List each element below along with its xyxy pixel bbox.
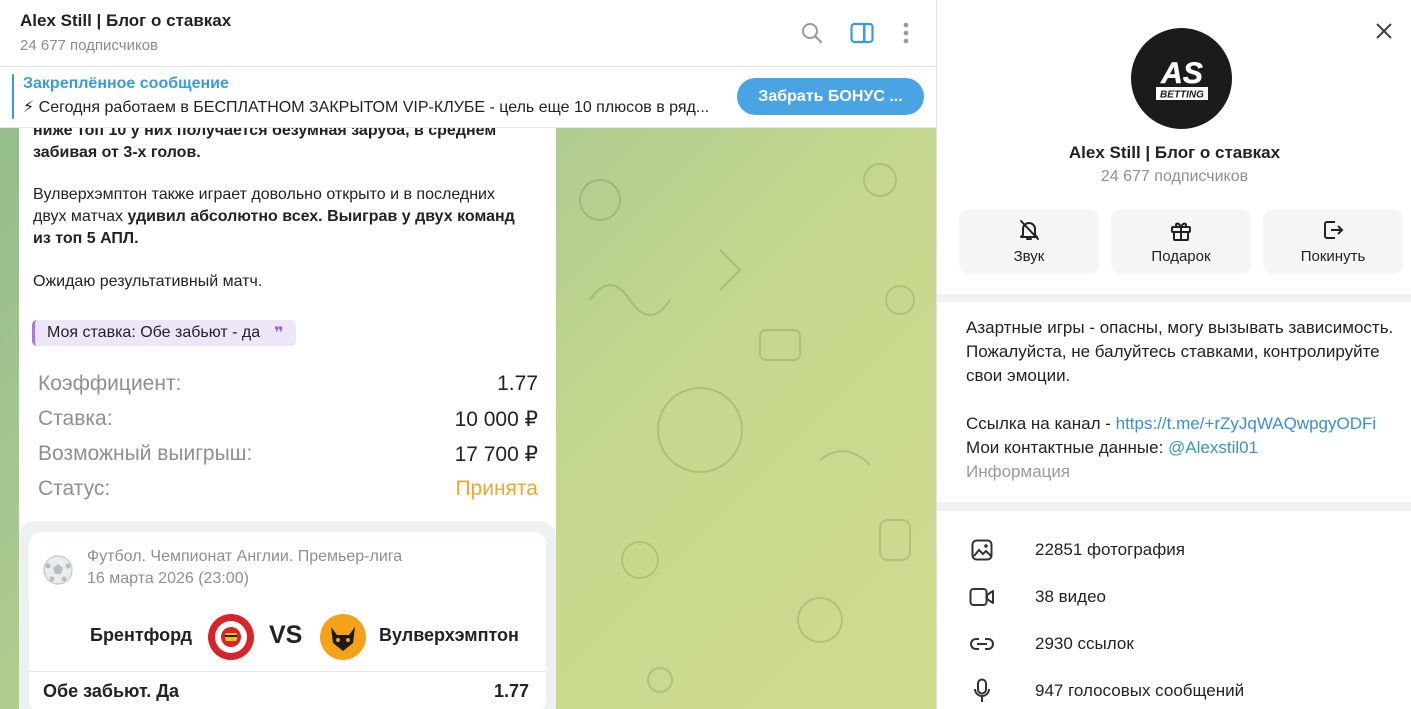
avatar-logo-subtext: BETTING [1160, 89, 1204, 100]
message-paragraph-2: Вулверхэмптон также играет довольно откр… [33, 184, 543, 250]
mute-button[interactable]: Звук [959, 209, 1099, 274]
message-line-2: забивая от 3-х голов. [33, 144, 201, 161]
match-card-container: Футбол. Чемпионат Англии. Премьер-лига 1… [19, 521, 556, 709]
channel-link[interactable]: https://t.me/+rZyJqWAQwpgyODFi [1116, 414, 1377, 433]
microphone-icon [969, 678, 995, 704]
media-links-row[interactable]: 2930 ссылок [937, 621, 1411, 668]
contact-link[interactable]: @Alexstil01 [1168, 438, 1258, 457]
video-icon [969, 584, 995, 610]
message-text: Вулверхэмптон также играет довольно откр… [33, 186, 495, 203]
channel-avatar[interactable]: AS BETTING [1131, 28, 1232, 129]
stake-value: 10 000 ₽ [454, 408, 538, 431]
channel-subscribers: 24 677 подписчиков [1100, 168, 1249, 185]
gift-button[interactable]: Подарок [1111, 209, 1251, 274]
search-icon[interactable] [797, 18, 827, 48]
chat-area: Alex Still | Блог о ставках 24 677 подпи… [0, 0, 936, 709]
mute-label: Звук [1013, 248, 1045, 265]
pinned-indicator [12, 74, 14, 119]
channel-description-section: Азартные игры - опасны, могу вызывать за… [937, 302, 1411, 502]
description-line: Азартные игры - опасны, могу вызывать за… [966, 318, 1394, 337]
payout-label: Возможный выигрыш: [38, 442, 253, 465]
league-name: Футбол. Чемпионат Англии. Премьер-лига [87, 548, 403, 565]
message-paragraph-3: Ожидаю результативный матч. [33, 273, 263, 290]
media-voice-label: 947 голосовых сообщений [1035, 681, 1245, 700]
pinned-title: Закреплённое сообщение [23, 75, 229, 92]
leave-label: Покинуть [1300, 248, 1366, 265]
pinned-message[interactable]: Закреплённое сообщение ⚡ Сегодня работае… [0, 67, 936, 128]
bet-quote: Моя ставка: Обе забьют - да ❞ [32, 320, 296, 346]
media-photos-label: 22851 фотография [1035, 540, 1185, 559]
bet-row: Обе забьют. Да 1.77 [43, 681, 529, 702]
media-section: 22851 фотография 38 видео 2930 ссылок 94… [937, 511, 1411, 709]
match-card[interactable]: Футбол. Чемпионат Англии. Премьер-лига 1… [29, 532, 546, 709]
channel-description: Азартные игры - опасны, могу вызывать за… [966, 316, 1396, 460]
channel-name: Alex Still | Блог о ставках [1068, 143, 1281, 162]
pinned-text: ⚡ Сегодня работаем в БЕСПЛАТНОМ ЗАКРЫТОМ… [23, 99, 710, 116]
media-voice-row[interactable]: 947 голосовых сообщений [937, 668, 1411, 709]
media-videos-label: 38 видео [1035, 587, 1106, 606]
gift-label: Подарок [1151, 248, 1211, 265]
odds-value: 1.77 [497, 372, 538, 395]
description-line: свои эмоции. [966, 366, 1071, 385]
contact-label: Мои контактные данные: [966, 438, 1169, 457]
chat-title[interactable]: Alex Still | Блог о ставках [20, 11, 231, 31]
away-team: Вулверхэмптон [379, 625, 519, 645]
message-text: двух матчах [33, 208, 128, 225]
bell-off-icon [1020, 220, 1039, 240]
channel-profile-section: AS BETTING Alex Still | Блог о ставках 2… [937, 0, 1411, 294]
contact-line: Мои контактные данные: @Alexstil01 [966, 436, 1396, 460]
more-vertical-icon[interactable] [891, 18, 921, 48]
quote-icon: ❞ [274, 325, 284, 342]
brentford-logo-icon [207, 613, 255, 666]
close-icon[interactable] [1371, 18, 1397, 44]
channel-link-line: Ссылка на канал - https://t.me/+rZyJqWAQ… [966, 412, 1396, 436]
channel-link-label: Ссылка на канал - [966, 414, 1116, 433]
bonus-button[interactable]: Забрать БОНУС ... [737, 78, 924, 115]
wolves-logo-icon [319, 613, 367, 666]
bet-odds: 1.77 [493, 681, 529, 701]
card-divider [29, 671, 546, 672]
payout-row: Возможный выигрыш: 17 700 ₽ [38, 442, 538, 467]
odds-row: Коэффициент: 1.77 [38, 372, 538, 396]
status-label: Статус: [38, 477, 111, 500]
logout-icon [1324, 221, 1344, 239]
stake-row: Ставка: 10 000 ₽ [38, 407, 538, 432]
odds-label: Коэффициент: [38, 372, 182, 395]
football-icon [42, 554, 74, 591]
leave-button[interactable]: Покинуть [1263, 209, 1403, 274]
bet-name: Обе забьют. Да [43, 681, 180, 701]
status-badge: Принята [455, 477, 538, 500]
gift-icon [1171, 222, 1191, 241]
media-videos-row[interactable]: 38 видео [937, 574, 1411, 621]
channel-info-panel: AS BETTING Alex Still | Блог о ставках 2… [936, 0, 1411, 709]
media-links-label: 2930 ссылок [1035, 634, 1134, 653]
sidebar-toggle-icon[interactable] [847, 18, 877, 48]
description-line: Пожалуйста, не балуйтесь ставками, контр… [966, 342, 1380, 361]
media-photos-row[interactable]: 22851 фотография [937, 527, 1411, 574]
chat-header: Alex Still | Блог о ставках 24 677 подпи… [0, 0, 936, 67]
chat-subscribers: 24 677 подписчиков [20, 37, 159, 54]
avatar-logo-text: AS [1160, 57, 1203, 90]
match-date: 16 марта 2026 (23:00) [87, 570, 249, 587]
versus-label: VS [269, 621, 303, 649]
link-icon [969, 631, 995, 657]
message-bold-text: из топ 5 АПЛ. [33, 230, 139, 247]
bet-quote-text: Моя ставка: Обе забьют - да [47, 324, 261, 341]
photo-icon [969, 537, 995, 563]
message-bold-text: удивил абсолютно всех. Выиграв у двух ко… [127, 208, 515, 225]
message-text: двух матчах удивил абсолютно всех. Выигр… [33, 206, 543, 228]
info-caption: Информация [966, 462, 1071, 481]
payout-value: 17 700 ₽ [454, 443, 538, 466]
stake-label: Ставка: [38, 407, 113, 430]
home-team: Брентфорд [90, 625, 193, 645]
status-row: Статус: Принята [38, 477, 538, 501]
